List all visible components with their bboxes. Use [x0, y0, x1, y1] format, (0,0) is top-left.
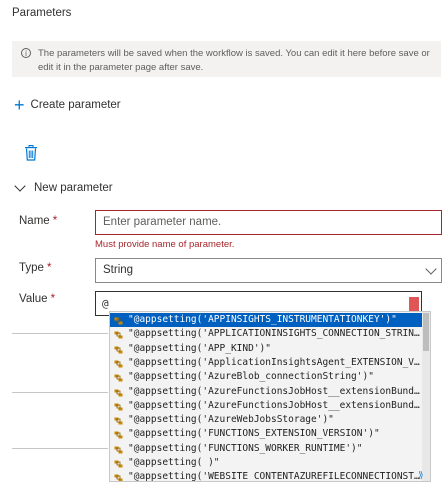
- info-text: The parameters will be saved when the wo…: [38, 48, 430, 73]
- scrollbar-thumb[interactable]: [423, 313, 429, 351]
- value-label: Value *: [19, 293, 56, 305]
- suggestion-text: "@appsetting( )": [128, 457, 220, 468]
- suggestion-item[interactable]: "@appsetting('FUNCTIONS_WORKER_RUNTIME')…: [110, 442, 422, 456]
- property-icon: [114, 402, 123, 411]
- create-parameter-button[interactable]: + Create parameter: [14, 96, 121, 114]
- chevron-down-icon: [425, 263, 437, 275]
- suggestion-text: "@appsetting('AzureWebJobsStorage')": [128, 414, 334, 426]
- suggestion-list[interactable]: "@appsetting('APPINSIGHTS_INSTRUMENTATIO…: [109, 311, 431, 482]
- property-icon: [114, 345, 123, 354]
- name-field[interactable]: Enter parameter name.: [95, 210, 442, 235]
- divider: [12, 392, 108, 393]
- property-icon: [114, 430, 123, 439]
- suggestion-item[interactable]: "@appsetting('APPINSIGHTS_INSTRUMENTATIO…: [110, 313, 422, 328]
- create-parameter-label: Create parameter: [30, 99, 121, 111]
- name-label: Name *: [19, 215, 58, 227]
- suggestion-text: "@appsetting('APP_KIND')": [128, 342, 271, 354]
- suggestion-item[interactable]: "@appsetting('APP_KIND')": [110, 342, 422, 356]
- suggestion-text: "@appsetting('FUNCTIONS_WORKER_RUNTIME')…: [128, 442, 363, 454]
- property-icon: [114, 445, 123, 454]
- value-editor-text: @: [102, 297, 109, 310]
- resize-handle-icon[interactable]: ⟫: [418, 471, 428, 481]
- property-icon: [114, 330, 123, 339]
- property-icon: [114, 459, 123, 468]
- suggestion-text: "@appsetting('AzureBlob_connectionString…: [128, 371, 374, 383]
- suggestion-text: "@appsetting('FUNCTIONS_EXTENSION_VERSIO…: [128, 428, 380, 440]
- new-parameter-toggle[interactable]: New parameter: [14, 180, 113, 194]
- required-mark: *: [50, 293, 56, 305]
- delete-icon[interactable]: [24, 145, 38, 161]
- info-banner: i The parameters will be saved when the …: [12, 41, 441, 77]
- suggestion-item[interactable]: "@appsetting('AzureFunctionsJobHost__ext…: [110, 399, 422, 413]
- type-dropdown[interactable]: String: [95, 258, 442, 283]
- suggestion-item[interactable]: "@appsetting('WEBSITE_CONTENTAZUREFILECO…: [110, 470, 422, 482]
- required-mark: *: [52, 215, 58, 227]
- name-placeholder: Enter parameter name.: [103, 216, 222, 228]
- plus-icon: +: [14, 95, 25, 115]
- chevron-down-icon: [14, 180, 26, 192]
- suggestion-item[interactable]: "@appsetting('AzureFunctionsJobHost__ext…: [110, 385, 422, 399]
- divider: [12, 333, 108, 334]
- divider: [12, 448, 108, 449]
- info-icon: i: [21, 48, 31, 58]
- new-parameter-title: New parameter: [34, 182, 113, 194]
- property-icon: [114, 473, 123, 481]
- name-error-message: Must provide name of parameter.: [95, 239, 235, 250]
- suggestion-item[interactable]: "@appsetting('ApplicationInsightsAgent_E…: [110, 356, 422, 370]
- suggestion-item[interactable]: "@appsetting('APPLICATIONINSIGHTS_CONNEC…: [110, 327, 422, 341]
- suggestion-item[interactable]: "@appsetting('FUNCTIONS_EXTENSION_VERSIO…: [110, 427, 422, 441]
- type-label: Type *: [19, 262, 52, 274]
- suggestion-item[interactable]: "@appsetting( )": [110, 456, 422, 470]
- property-icon: [114, 316, 123, 325]
- suggestion-text: "@appsetting('AzureFunctionsJobHost__ext…: [128, 385, 420, 397]
- property-icon: [114, 416, 123, 425]
- type-selected-value: String: [103, 264, 134, 276]
- property-icon: [114, 388, 123, 396]
- suggestion-text: "@appsetting('ApplicationInsightsAgent_E…: [128, 356, 420, 368]
- suggestion-text: "@appsetting('APPINSIGHTS_INSTRUMENTATIO…: [128, 314, 397, 325]
- panel-title: Parameters: [12, 7, 72, 19]
- suggestion-scrollbar[interactable]: [422, 312, 430, 481]
- suggestion-text: "@appsetting('AzureFunctionsJobHost__ext…: [128, 399, 420, 411]
- suggestion-text: "@appsetting('WEBSITE_CONTENTAZUREFILECO…: [128, 471, 420, 482]
- suggestion-item[interactable]: "@appsetting('AzureWebJobsStorage')": [110, 413, 422, 427]
- suggestion-text: "@appsetting('APPLICATIONINSIGHTS_CONNEC…: [128, 328, 420, 340]
- property-icon: [114, 373, 123, 382]
- required-mark: *: [46, 262, 52, 274]
- suggestion-item[interactable]: "@appsetting('AzureBlob_connectionString…: [110, 370, 422, 384]
- property-icon: [114, 359, 123, 368]
